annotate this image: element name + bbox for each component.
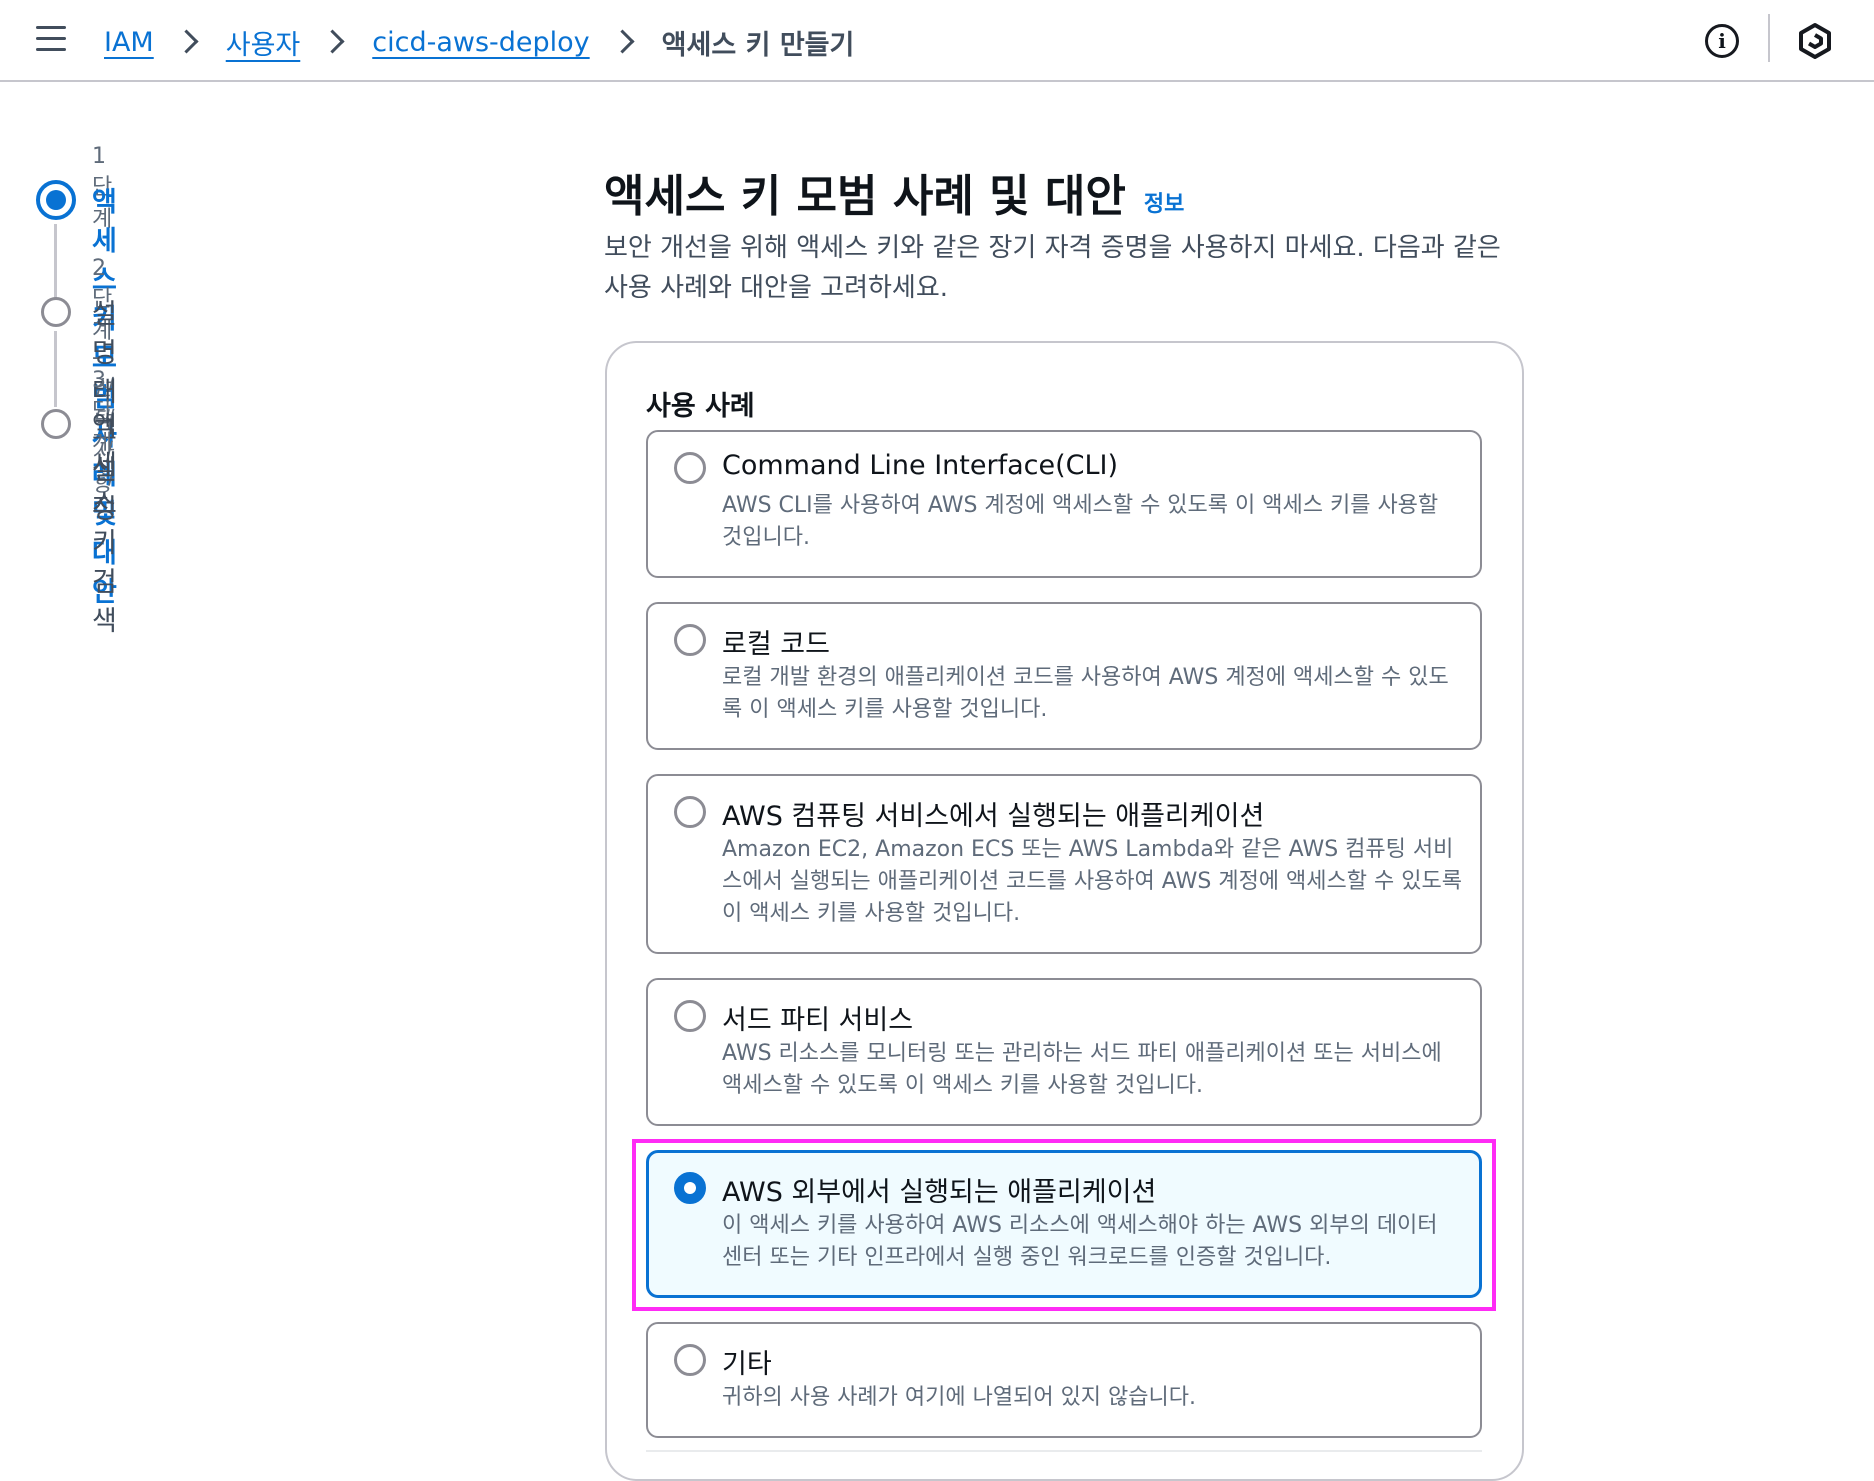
step-connector (54, 224, 57, 308)
option-outside-aws[interactable]: AWS 외부에서 실행되는 애플리케이션 이 액세스 키를 사용하여 AWS 리… (646, 1150, 1482, 1298)
breadcrumb: IAM 사용자 cicd-aws-deploy 액세스 키 만들기 (104, 20, 854, 64)
option-description: 로컬 개발 환경의 애플리케이션 코드를 사용하여 AWS 계정에 액세스할 수… (722, 665, 1449, 722)
chevron-right-icon (312, 20, 360, 64)
option-description: 이 액세스 키를 사용하여 AWS 리소스에 액세스해야 하는 AWS 외부의 … (722, 1213, 1438, 1270)
use-case-label: 사용 사례 (646, 391, 755, 422)
breadcrumb-iam[interactable]: IAM (104, 27, 154, 58)
option-description: Amazon EC2, Amazon ECS 또는 AWS Lambda와 같은… (722, 837, 1462, 926)
radio-button[interactable] (674, 1000, 706, 1032)
option-title: 서드 파티 서비스 (722, 1005, 914, 1036)
option-description: 귀하의 사용 사례가 여기에 나열되어 있지 않습니다. (722, 1385, 1196, 1410)
radio-button-selected[interactable] (674, 1172, 706, 1204)
breadcrumb-current: 액세스 키 만들기 (661, 29, 855, 61)
radio-button[interactable] (674, 624, 706, 656)
breadcrumb-users[interactable]: 사용자 (226, 23, 301, 62)
info-circle-icon[interactable]: i (1705, 24, 1739, 58)
step-1-active-icon (36, 180, 76, 220)
option-title: AWS 컴퓨팅 서비스에서 실행되는 애플리케이션 (722, 801, 1265, 832)
option-title: 로컬 코드 (722, 629, 830, 660)
radio-button[interactable] (674, 1344, 706, 1376)
menu-icon[interactable] (36, 26, 66, 52)
chevron-right-icon (166, 20, 214, 64)
option-other[interactable]: 기타 귀하의 사용 사례가 여기에 나열되어 있지 않습니다. (646, 1322, 1482, 1438)
radio-button[interactable] (674, 452, 706, 484)
step-2-circle-icon (41, 297, 71, 327)
option-aws-compute[interactable]: AWS 컴퓨팅 서비스에서 실행되는 애플리케이션 Amazon EC2, Am… (646, 774, 1482, 954)
page-title-text: 액세스 키 모범 사례 및 대안 (604, 171, 1126, 222)
option-title: AWS 외부에서 실행되는 애플리케이션 (722, 1177, 1157, 1208)
radio-button[interactable] (674, 796, 706, 828)
option-local-code[interactable]: 로컬 코드 로컬 개발 환경의 애플리케이션 코드를 사용하여 AWS 계정에 … (646, 602, 1482, 750)
divider (1768, 14, 1770, 62)
top-navigation-bar: IAM 사용자 cicd-aws-deploy 액세스 키 만들기 i (0, 0, 1874, 82)
step-3-circle-icon (41, 409, 71, 439)
option-title: 기타 (722, 1349, 772, 1380)
option-description: AWS CLI를 사용하여 AWS 계정에 액세스할 수 있도록 이 액세스 키… (722, 493, 1439, 550)
divider (646, 1450, 1482, 1452)
hexagon-settings-icon[interactable] (1797, 22, 1833, 60)
option-title: Command Line Interface(CLI) (722, 450, 1119, 481)
option-third-party[interactable]: 서드 파티 서비스 AWS 리소스를 모니터링 또는 관리하는 서드 파티 애플… (646, 978, 1482, 1126)
option-cli[interactable]: Command Line Interface(CLI) AWS CLI를 사용하… (646, 430, 1482, 578)
step-3-title: 액세스 키 검색 (92, 411, 117, 637)
page-description: 보안 개선을 위해 액세스 키와 같은 장기 자격 증명을 사용하지 마세요. … (604, 233, 1501, 303)
breadcrumb-user-name[interactable]: cicd-aws-deploy (372, 27, 589, 58)
chevron-right-icon (602, 20, 650, 64)
info-link[interactable]: 정보 (1144, 186, 1184, 218)
option-description: AWS 리소스를 모니터링 또는 관리하는 서드 파티 애플리케이션 또는 서비… (722, 1041, 1442, 1098)
step-connector (54, 331, 57, 407)
page-title: 액세스 키 모범 사례 및 대안 정보 (604, 160, 1184, 224)
